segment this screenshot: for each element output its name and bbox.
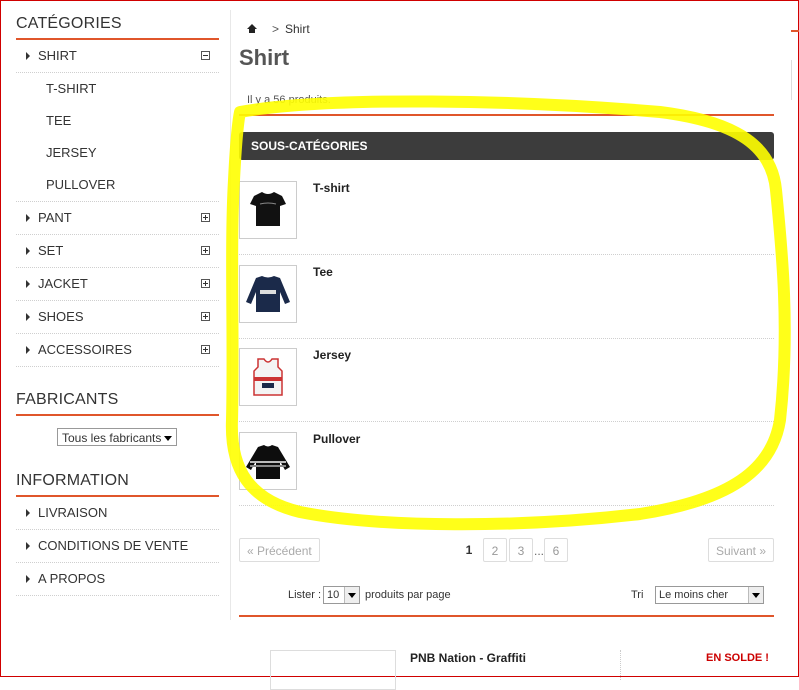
subcategory-row[interactable]: Jersey — [239, 338, 774, 422]
list-label: Lister : — [288, 589, 322, 601]
information-links: LIVRAISON CONDITIONS DE VENTE A PROPOS — [16, 497, 219, 596]
shirt-subcategory-list: T-SHIRT TEE JERSEY PULLOVER — [16, 73, 219, 202]
expand-plus-icon[interactable] — [201, 312, 210, 321]
pullover-image — [246, 445, 290, 479]
category-label[interactable]: ACCESSOIRES — [38, 334, 132, 366]
page-2-link[interactable]: 2 — [483, 538, 507, 562]
product-card[interactable]: PNB Nation - Graffiti EN SOLDE ! — [270, 640, 790, 690]
sort-label: Tri — [631, 589, 644, 601]
category-tree: SHIRT — [16, 40, 219, 73]
expand-plus-icon[interactable] — [201, 345, 210, 354]
next-page-button[interactable]: Suivant » — [707, 538, 774, 562]
caret-right-icon — [26, 346, 30, 354]
subcategory-name[interactable]: Pullover — [313, 432, 360, 446]
per-page-suffix: produits par page — [365, 589, 451, 601]
tshirt-image — [250, 192, 286, 226]
caret-right-icon — [26, 509, 30, 517]
product-count: Il y a 56 produits. — [247, 94, 331, 106]
page-title: Shirt — [239, 45, 290, 70]
subcategory-tshirt[interactable]: T-SHIRT — [16, 73, 219, 105]
category-tree-rest: PANT SET JACKET SHOES ACCESSOIRES — [16, 202, 219, 367]
category-label[interactable]: JACKET — [38, 268, 88, 300]
page-ellipsis: ... — [534, 544, 545, 558]
caret-right-icon — [26, 214, 30, 222]
category-shoes[interactable]: SHOES — [16, 301, 219, 334]
divider — [239, 114, 774, 116]
subcategory-name[interactable]: T-shirt — [313, 181, 350, 195]
right-column-edge — [791, 60, 799, 100]
manufacturers-select[interactable]: Tous les fabricants — [57, 428, 177, 446]
subcategory-jersey[interactable]: JERSEY — [16, 137, 219, 169]
subcategory-row[interactable]: T-shirt — [239, 171, 774, 255]
breadcrumb-separator: > — [272, 22, 280, 36]
category-label[interactable]: PANT — [38, 202, 72, 234]
category-set[interactable]: SET — [16, 235, 219, 268]
category-pant[interactable]: PANT — [16, 202, 219, 235]
information-title: INFORMATION — [16, 457, 219, 497]
expand-plus-icon[interactable] — [201, 246, 210, 255]
product-name[interactable]: PNB Nation - Graffiti — [410, 651, 526, 665]
category-label[interactable]: SHOES — [38, 301, 84, 333]
subcategory-tee[interactable]: TEE — [16, 105, 219, 137]
subcategory-thumbnail[interactable] — [239, 265, 297, 323]
caret-right-icon — [26, 280, 30, 288]
category-label[interactable]: SHIRT — [38, 40, 77, 72]
category-jacket[interactable]: JACKET — [16, 268, 219, 301]
right-column-divider — [791, 30, 799, 32]
page-3-link[interactable]: 3 — [509, 538, 533, 562]
expand-plus-icon[interactable] — [201, 213, 210, 222]
info-link-conditions[interactable]: CONDITIONS DE VENTE — [16, 530, 219, 563]
divider — [239, 615, 774, 617]
home-icon[interactable] — [247, 24, 257, 33]
chevron-down-icon — [748, 587, 763, 603]
caret-right-icon — [26, 575, 30, 583]
category-shirt[interactable]: SHIRT — [16, 40, 219, 73]
subcategory-thumbnail[interactable] — [239, 432, 297, 490]
jersey-image — [253, 358, 283, 396]
listing-controls: Lister : 10 produits par page Tri Le moi… — [239, 586, 774, 606]
info-link-label[interactable]: CONDITIONS DE VENTE — [38, 530, 188, 562]
subcategory-thumbnail[interactable] — [239, 181, 297, 239]
expand-plus-icon[interactable] — [201, 279, 210, 288]
manufacturers-select-value: Tous les fabricants — [62, 431, 162, 445]
page-current: 1 — [465, 543, 473, 557]
product-image[interactable] — [270, 650, 396, 690]
chevron-down-icon — [164, 436, 172, 441]
category-label[interactable]: SET — [38, 235, 63, 267]
subcategories-header: SOUS-CATÉGORIES — [239, 132, 774, 160]
longsleeve-image — [246, 276, 290, 312]
sale-badge: EN SOLDE ! — [706, 652, 769, 664]
manufacturers-title: FABRICANTS — [16, 376, 219, 416]
subcategory-pullover[interactable]: PULLOVER — [16, 169, 219, 201]
pagination: « Précédent 1 2 3 ... 6 Suivant » — [239, 538, 774, 564]
per-page-select[interactable]: 10 — [323, 586, 360, 604]
info-link-livraison[interactable]: LIVRAISON — [16, 497, 219, 530]
category-accessoires[interactable]: ACCESSOIRES — [16, 334, 219, 367]
divider — [620, 650, 622, 680]
page-last-link[interactable]: 6 — [544, 538, 568, 562]
prev-page-button[interactable]: « Précédent — [239, 538, 320, 562]
caret-right-icon — [26, 52, 30, 60]
collapse-minus-icon[interactable] — [201, 51, 210, 60]
left-sidebar: CATÉGORIES SHIRT T-SHIRT TEE JERSEY PULL… — [16, 0, 219, 596]
sort-select[interactable]: Le moins cher — [655, 586, 764, 604]
subcategory-thumbnail[interactable] — [239, 348, 297, 406]
per-page-value: 10 — [327, 589, 340, 601]
caret-right-icon — [26, 542, 30, 550]
subcategory-row[interactable]: Pullover — [239, 422, 774, 506]
caret-right-icon — [26, 313, 30, 321]
info-link-label[interactable]: LIVRAISON — [38, 497, 107, 529]
caret-right-icon — [26, 247, 30, 255]
categories-title: CATÉGORIES — [16, 0, 219, 40]
chevron-down-icon — [344, 587, 359, 603]
breadcrumb-current: Shirt — [285, 22, 310, 36]
info-link-apropos[interactable]: A PROPOS — [16, 563, 219, 596]
subcategory-name[interactable]: Jersey — [313, 348, 351, 362]
info-link-label[interactable]: A PROPOS — [38, 563, 105, 595]
subcategory-name[interactable]: Tee — [313, 265, 333, 279]
sort-value: Le moins cher — [659, 589, 729, 601]
subcategory-row[interactable]: Tee — [239, 255, 774, 339]
column-divider — [230, 10, 231, 620]
